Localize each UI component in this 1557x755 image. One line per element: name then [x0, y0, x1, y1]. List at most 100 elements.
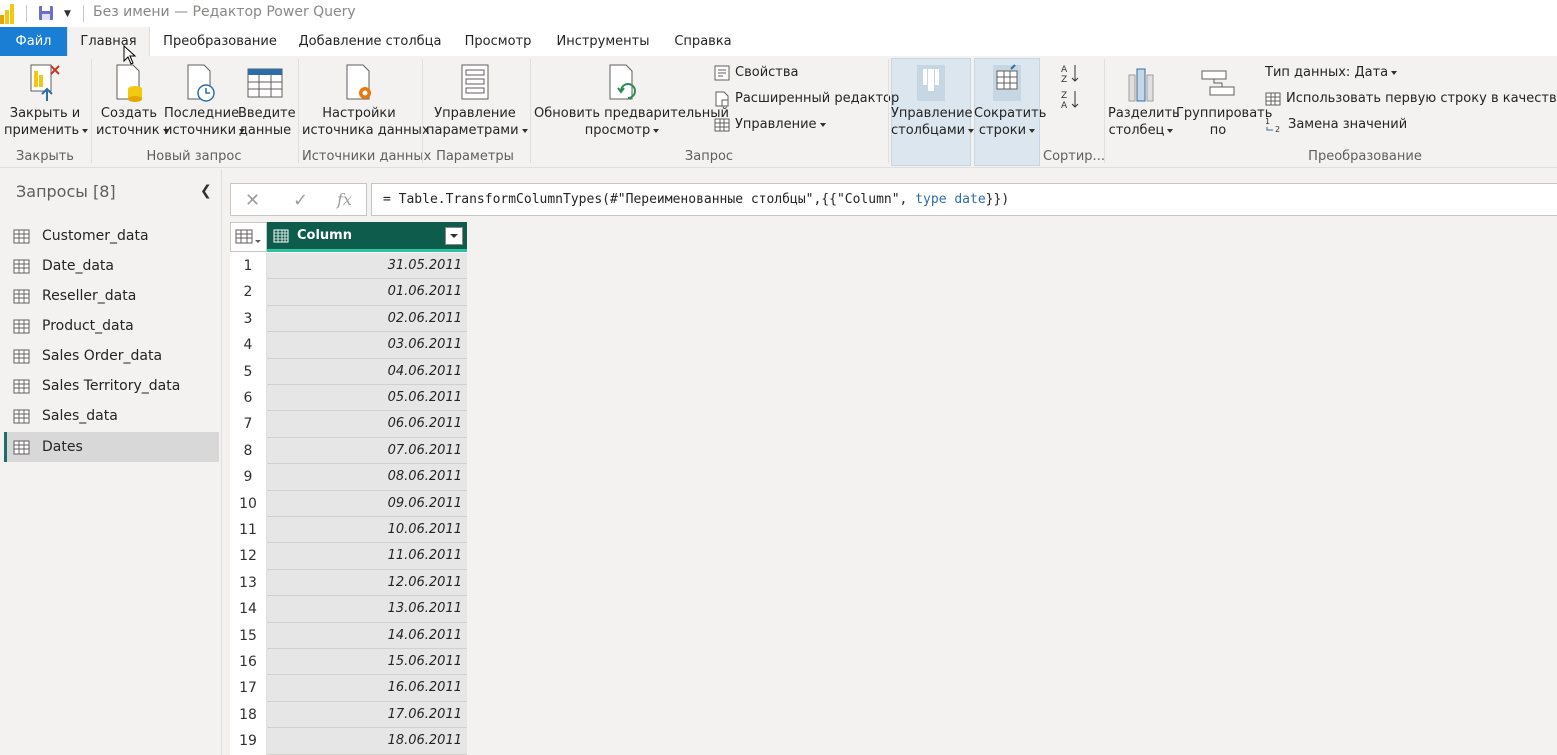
cancel-icon[interactable]: ✕	[245, 190, 260, 211]
tab-file[interactable]: Файл	[0, 27, 67, 56]
function-icon[interactable]: fx	[337, 190, 352, 209]
table-icon	[13, 409, 30, 423]
query-item[interactable]: Reseller_data	[4, 281, 219, 311]
check-icon[interactable]: ✓	[293, 190, 308, 211]
refresh-preview-button[interactable]: Обновить предварительный просмотр	[534, 63, 729, 139]
cell-value[interactable]: 07.06.2011	[267, 437, 467, 465]
cell-value[interactable]: 05.06.2011	[267, 385, 467, 412]
row-number[interactable]: 7	[230, 411, 267, 438]
row-number[interactable]: 17	[230, 675, 267, 702]
row-number[interactable]: 10	[230, 490, 267, 517]
cell-value[interactable]: 15.06.2011	[267, 649, 467, 676]
table-menu-button[interactable]	[230, 222, 267, 252]
cell-value[interactable]: 06.06.2011	[267, 411, 467, 438]
manage-parameters-button[interactable]: Управление параметрами	[426, 63, 528, 139]
group-separator	[298, 59, 299, 163]
enter-data-button[interactable]: Введите данные	[238, 63, 296, 139]
group-separator	[91, 59, 92, 163]
cell-value[interactable]: 16.06.2011	[267, 675, 467, 702]
table-row: 12 11.06.2011	[230, 543, 467, 570]
cell-value[interactable]: 04.06.2011	[267, 358, 467, 385]
manage-columns-button[interactable]: Управление столбцами	[891, 63, 975, 139]
row-number[interactable]: 13	[230, 569, 267, 597]
query-item-label: Sales Territory_data	[42, 378, 181, 394]
row-number[interactable]: 4	[230, 332, 267, 359]
tab-home[interactable]: Главная	[67, 27, 150, 56]
sort-descending-button[interactable]: ZA	[1058, 88, 1082, 115]
query-item[interactable]: Sales Order_data	[4, 341, 219, 371]
row-number[interactable]: 11	[230, 517, 267, 544]
close-apply-button[interactable]: Закрыть и применить	[4, 63, 89, 139]
split-column-button[interactable]: Разделить столбец	[1108, 63, 1180, 139]
manage-columns-label-1: Управление	[891, 106, 973, 121]
new-source-button[interactable]: Создать источник	[96, 63, 169, 139]
row-number[interactable]: 19	[230, 728, 267, 755]
query-item[interactable]: Product_data	[4, 311, 219, 341]
cell-value[interactable]: 18.06.2011	[267, 728, 467, 755]
row-number[interactable]: 9	[230, 464, 267, 491]
row-number[interactable]: 2	[230, 279, 267, 306]
table-row: 10 09.06.2011	[230, 490, 467, 517]
tab-tools[interactable]: Инструменты	[552, 27, 654, 56]
replace-values-label: Замена значений	[1288, 117, 1408, 132]
row-number[interactable]: 18	[230, 701, 267, 729]
cell-value[interactable]: 09.06.2011	[267, 490, 467, 517]
chevron-down-icon	[1167, 128, 1174, 133]
group-label-sort: Сортир...	[1043, 149, 1105, 164]
properties-button[interactable]: Свойства	[714, 63, 799, 83]
cell-value[interactable]: 01.06.2011	[267, 279, 467, 306]
quick-access-dropdown-icon[interactable]: ▼	[64, 9, 71, 19]
cell-value[interactable]: 14.06.2011	[267, 622, 467, 649]
manage-button[interactable]: Управление	[714, 115, 826, 135]
cell-value[interactable]: 12.06.2011	[267, 569, 467, 597]
column-filter-button[interactable]	[445, 227, 463, 245]
cell-value[interactable]: 10.06.2011	[267, 517, 467, 544]
cell-value[interactable]: 08.06.2011	[267, 464, 467, 491]
row-number[interactable]: 12	[230, 543, 267, 570]
query-item[interactable]: Sales_data	[4, 401, 219, 431]
cell-value[interactable]: 03.06.2011	[267, 332, 467, 359]
query-item[interactable]: Dates	[4, 432, 219, 462]
row-number[interactable]: 1	[230, 253, 267, 280]
row-number[interactable]: 6	[230, 385, 267, 412]
manage-label: Управление	[735, 117, 817, 132]
cell-value[interactable]: 17.06.2011	[267, 701, 467, 729]
row-number[interactable]: 3	[230, 305, 267, 333]
recent-sources-button[interactable]: Последние источники	[164, 63, 246, 139]
tab-transform[interactable]: Преобразование	[155, 27, 285, 56]
query-item[interactable]: Sales Territory_data	[4, 371, 219, 401]
cell-value[interactable]: 13.06.2011	[267, 596, 467, 623]
cell-value[interactable]: 11.06.2011	[267, 543, 467, 570]
save-icon[interactable]	[38, 5, 54, 21]
data-type-dropdown[interactable]: Тип данных: Дата	[1265, 63, 1398, 83]
row-number[interactable]: 15	[230, 622, 267, 649]
column-header[interactable]: Column	[267, 222, 467, 252]
group-by-label-1: Группировать	[1176, 106, 1273, 121]
chevron-down-icon	[521, 128, 528, 133]
tab-view[interactable]: Просмотр	[455, 27, 541, 56]
advanced-editor-button[interactable]: Расширенный редактор	[714, 89, 899, 109]
sort-ascending-button[interactable]: AZ	[1058, 62, 1082, 89]
row-number[interactable]: 8	[230, 437, 267, 465]
tab-help[interactable]: Справка	[666, 27, 740, 56]
replace-values-button[interactable]: 12 Замена значений	[1265, 115, 1407, 135]
row-number[interactable]: 5	[230, 358, 267, 385]
reduce-rows-button[interactable]: Сократить строки	[974, 63, 1046, 139]
row-number[interactable]: 16	[230, 649, 267, 676]
query-item[interactable]: Customer_data	[4, 221, 219, 251]
recent-sources-label-1: Последние	[164, 106, 240, 121]
use-first-row-headers-button[interactable]: Использовать первую строку в качестве за…	[1265, 89, 1557, 109]
tab-add-column[interactable]: Добавление столбца	[295, 27, 445, 56]
chevron-left-icon[interactable]: ❮	[200, 183, 212, 199]
row-number[interactable]: 14	[230, 596, 267, 623]
queries-title: Запросы [8]	[16, 182, 116, 201]
svg-text:Z: Z	[1061, 91, 1067, 101]
query-item[interactable]: Date_data	[4, 251, 219, 281]
formula-input[interactable]: = Table.TransformColumnTypes(#"Переимено…	[371, 183, 1557, 216]
group-by-button[interactable]: Группировать по	[1176, 63, 1273, 139]
cell-value[interactable]: 31.05.2011	[267, 253, 467, 280]
date-type-icon[interactable]	[273, 229, 289, 243]
cell-value[interactable]: 02.06.2011	[267, 305, 467, 333]
formula-keyword-type: type	[915, 192, 947, 207]
data-source-settings-button[interactable]: Настройки источника данных	[302, 63, 430, 139]
